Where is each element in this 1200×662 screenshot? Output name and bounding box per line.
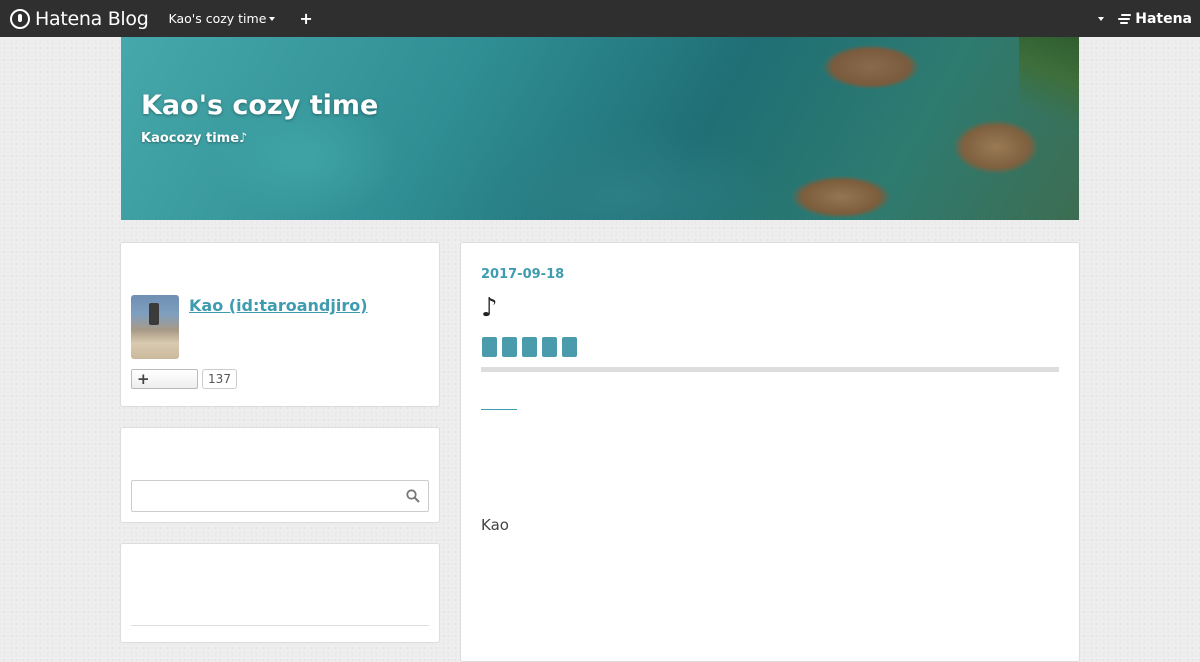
search-icon[interactable] [406, 489, 420, 503]
entry-article: 2017-09-18 ♪ Kao [460, 242, 1080, 662]
search-input[interactable] [131, 480, 429, 512]
category-tag[interactable] [562, 337, 577, 357]
profile-name-link[interactable]: Kao (id:taroandjiro) [189, 296, 368, 315]
hatena-logo-icon [10, 8, 30, 29]
global-header: Hatena Blog Kao's cozy time + Hatena [0, 0, 1200, 37]
entry-link-underline[interactable] [481, 409, 517, 410]
blog-title[interactable]: Kao's cozy time [141, 90, 378, 121]
sidebar-module [120, 543, 440, 643]
category-tag[interactable] [522, 337, 537, 357]
brand-label: Hatena [1135, 10, 1192, 27]
chevron-down-icon [269, 16, 276, 21]
blog-header-image: Kao's cozy time Kaocozy time♪ [121, 37, 1079, 220]
entry-title[interactable]: ♪ [481, 293, 498, 323]
search-module [120, 427, 440, 523]
entry-categories [482, 337, 582, 357]
blog-menu-dropdown[interactable]: Kao's cozy time [169, 11, 276, 26]
entry-body-text: Kao [481, 516, 509, 534]
plus-icon: + [137, 369, 150, 388]
add-entry-button[interactable]: + [299, 9, 312, 28]
avatar[interactable] [131, 295, 179, 359]
divider [131, 625, 429, 626]
hatena-blog-logo[interactable]: Hatena Blog [10, 0, 149, 37]
hatena-brand-link[interactable]: Hatena [1118, 11, 1192, 27]
entry-divider [481, 367, 1059, 372]
blog-description: Kaocozy time♪ [141, 131, 248, 146]
hatena-mark-icon [1118, 13, 1132, 24]
user-menu-chevron-icon[interactable] [1098, 16, 1105, 21]
follow-button[interactable]: + [131, 369, 198, 389]
palm-leaves-decoration [1019, 37, 1079, 147]
category-tag[interactable] [502, 337, 517, 357]
logo-text: Hatena Blog [35, 7, 149, 30]
entry-date-link[interactable]: 2017-09-18 [481, 267, 564, 282]
follower-count-badge[interactable]: 137 [202, 369, 237, 389]
global-header-right: Hatena [1095, 0, 1192, 37]
category-tag[interactable] [542, 337, 557, 357]
blog-menu-label: Kao's cozy time [168, 11, 267, 26]
category-tag[interactable] [482, 337, 497, 357]
profile-module: Kao (id:taroandjiro) + 137 [120, 242, 440, 407]
